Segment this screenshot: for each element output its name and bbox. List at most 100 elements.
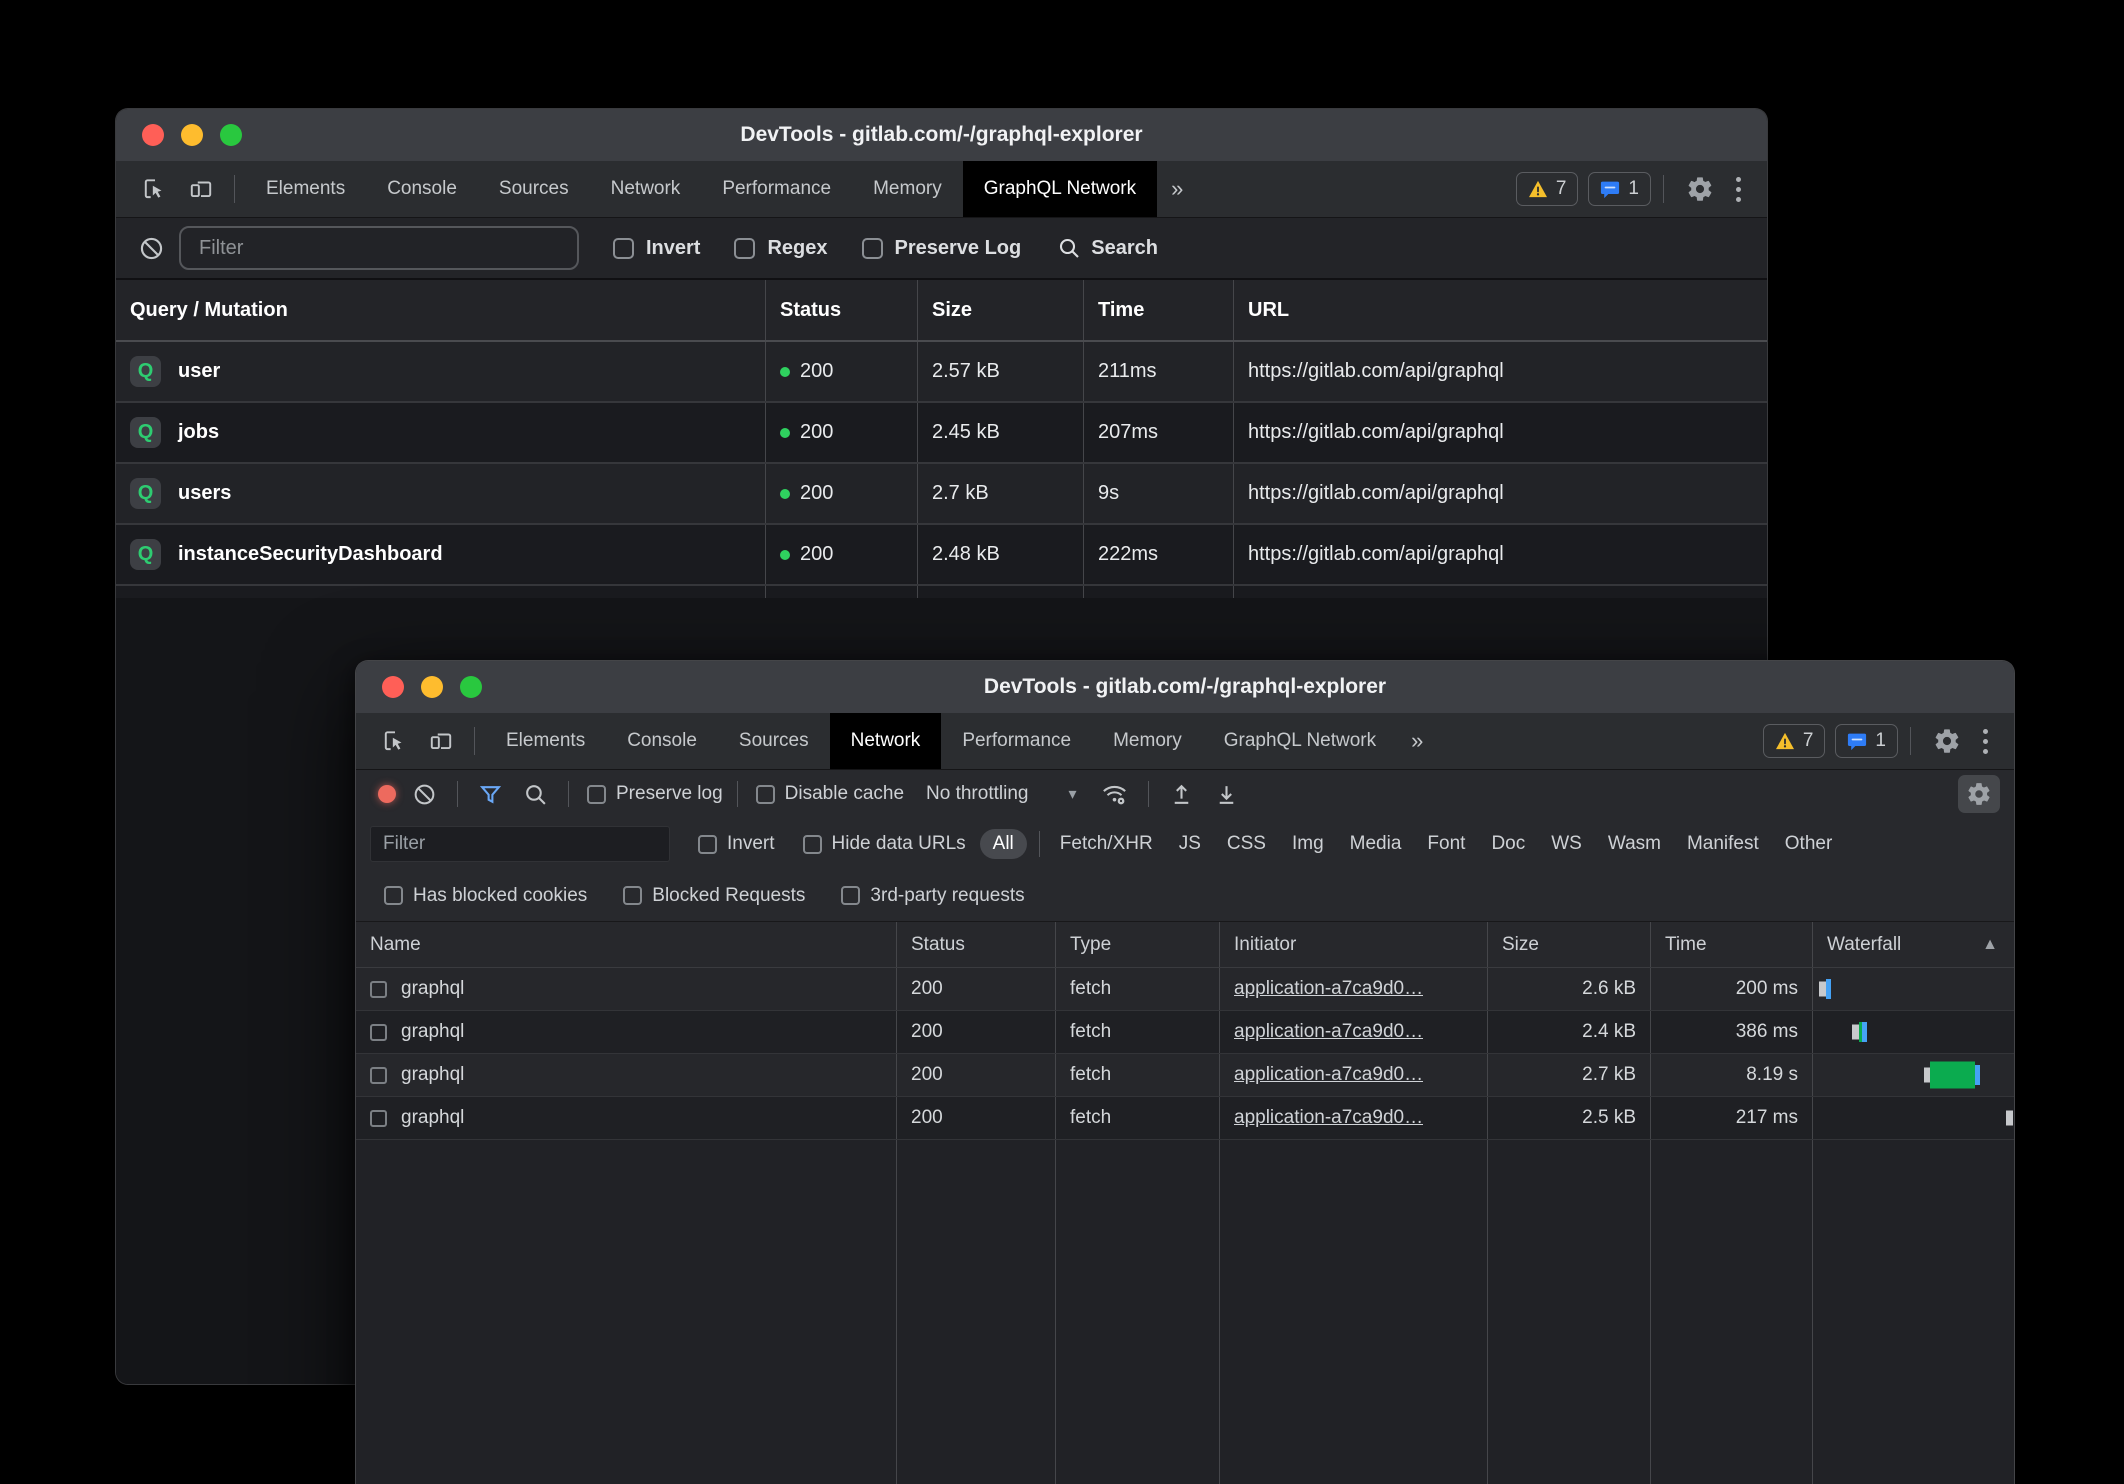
waterfall-cell[interactable] xyxy=(1812,1011,2014,1053)
tab-graphql-network[interactable]: GraphQL Network xyxy=(1203,713,1397,769)
network-settings-button[interactable] xyxy=(1958,775,2000,813)
checkbox[interactable] xyxy=(841,886,860,905)
checkbox[interactable] xyxy=(862,238,883,259)
type-filter-doc[interactable]: Doc xyxy=(1491,833,1525,855)
type-filter-all[interactable]: All xyxy=(980,829,1027,859)
tab-network[interactable]: Network xyxy=(830,713,942,769)
blocked-requests-toggle[interactable]: Blocked Requests xyxy=(623,885,805,907)
type-filter-css[interactable]: CSS xyxy=(1227,833,1266,855)
inspect-icon[interactable] xyxy=(372,713,418,769)
warnings-badge[interactable]: 7 xyxy=(1516,172,1579,206)
preserve-log-toggle[interactable]: Preserve Log xyxy=(862,237,1022,260)
tab-graphql-network[interactable]: GraphQL Network xyxy=(963,161,1157,217)
column-header-time[interactable]: Time xyxy=(1650,922,1812,967)
funnel-filter-icon[interactable] xyxy=(468,782,513,807)
query-row-users[interactable]: Qusers2002.7 kB9shttps://gitlab.com/api/… xyxy=(116,464,1767,525)
clear-icon[interactable] xyxy=(402,782,447,807)
initiator-link[interactable]: application-a7ca9d0… xyxy=(1234,1021,1423,1043)
more-tabs-chevron[interactable]: » xyxy=(1157,161,1197,217)
checkbox[interactable] xyxy=(623,886,642,905)
device-toolbar-icon[interactable] xyxy=(178,161,224,217)
row-checkbox[interactable] xyxy=(370,1024,387,1041)
kebab-menu-icon[interactable] xyxy=(1971,729,2000,754)
titlebar[interactable]: DevTools - gitlab.com/-/graphql-explorer xyxy=(116,109,1767,161)
tab-elements[interactable]: Elements xyxy=(245,161,366,217)
column-header-waterfall[interactable]: Waterfall▲ xyxy=(1812,922,2014,967)
column-header-status[interactable]: Status xyxy=(765,280,917,340)
issues-badge[interactable]: 1 xyxy=(1588,172,1651,206)
query-row-jobs[interactable]: Qjobs2002.45 kB207mshttps://gitlab.com/a… xyxy=(116,403,1767,464)
type-filter-ws[interactable]: WS xyxy=(1551,833,1582,855)
query-row-instancesecuritydashboard[interactable]: QinstanceSecurityDashboard2002.48 kB222m… xyxy=(116,525,1767,586)
request-row[interactable]: graphql200fetchapplication-a7ca9d0…2.6 k… xyxy=(356,968,2014,1011)
column-header-url[interactable]: URL xyxy=(1233,280,1767,340)
3rd-party-requests-toggle[interactable]: 3rd-party requests xyxy=(841,885,1024,907)
checkbox[interactable] xyxy=(734,238,755,259)
initiator-link[interactable]: application-a7ca9d0… xyxy=(1234,1064,1423,1086)
column-header-initiator[interactable]: Initiator xyxy=(1219,922,1487,967)
invert-toggle[interactable]: Invert xyxy=(698,833,775,855)
tab-console[interactable]: Console xyxy=(606,713,718,769)
initiator-link[interactable]: application-a7ca9d0… xyxy=(1234,978,1423,1000)
type-filter-js[interactable]: JS xyxy=(1179,833,1201,855)
type-filter-fetch-xhr[interactable]: Fetch/XHR xyxy=(1060,833,1153,855)
kebab-menu-icon[interactable] xyxy=(1724,177,1753,202)
tab-performance[interactable]: Performance xyxy=(941,713,1092,769)
type-filter-other[interactable]: Other xyxy=(1785,833,1833,855)
query-row-user[interactable]: Quser2002.57 kB211mshttps://gitlab.com/a… xyxy=(116,342,1767,403)
record-icon[interactable] xyxy=(378,785,396,803)
filter-input[interactable] xyxy=(179,226,579,270)
gear-icon[interactable] xyxy=(1676,175,1724,203)
column-header-query-mutation[interactable]: Query / Mutation xyxy=(116,280,765,340)
checkbox[interactable] xyxy=(384,886,403,905)
type-filter-font[interactable]: Font xyxy=(1427,833,1465,855)
checkbox[interactable] xyxy=(587,785,606,804)
has-blocked-cookies-toggle[interactable]: Has blocked cookies xyxy=(384,885,587,907)
row-checkbox[interactable] xyxy=(370,1067,387,1084)
disable-cache-toggle[interactable]: Disable cache xyxy=(756,783,904,805)
inspect-icon[interactable] xyxy=(132,161,178,217)
type-filter-manifest[interactable]: Manifest xyxy=(1687,833,1759,855)
checkbox[interactable] xyxy=(698,835,717,854)
throttling-select[interactable]: No throttling ▾ xyxy=(926,783,1076,805)
tab-memory[interactable]: Memory xyxy=(852,161,963,217)
tab-elements[interactable]: Elements xyxy=(485,713,606,769)
column-header-status[interactable]: Status xyxy=(896,922,1055,967)
tab-performance[interactable]: Performance xyxy=(701,161,852,217)
type-filter-media[interactable]: Media xyxy=(1350,833,1402,855)
request-row[interactable]: graphql200fetchapplication-a7ca9d0…2.4 k… xyxy=(356,1011,2014,1054)
type-filter-wasm[interactable]: Wasm xyxy=(1608,833,1661,855)
waterfall-cell[interactable] xyxy=(1812,968,2014,1010)
row-checkbox[interactable] xyxy=(370,1110,387,1127)
column-header-time[interactable]: Time xyxy=(1083,280,1233,340)
filter-input[interactable] xyxy=(370,826,670,862)
search-icon[interactable] xyxy=(513,782,558,807)
waterfall-cell[interactable] xyxy=(1812,1054,2014,1096)
titlebar[interactable]: DevTools - gitlab.com/-/graphql-explorer xyxy=(356,661,2014,713)
tab-network[interactable]: Network xyxy=(590,161,702,217)
checkbox[interactable] xyxy=(803,835,822,854)
tab-sources[interactable]: Sources xyxy=(478,161,590,217)
hide-data-urls-toggle[interactable]: Hide data URLs xyxy=(803,833,966,855)
issues-badge[interactable]: 1 xyxy=(1835,724,1898,758)
tab-sources[interactable]: Sources xyxy=(718,713,830,769)
tab-memory[interactable]: Memory xyxy=(1092,713,1203,769)
device-toolbar-icon[interactable] xyxy=(418,713,464,769)
warnings-badge[interactable]: 7 xyxy=(1763,724,1826,758)
import-har-icon[interactable] xyxy=(1159,782,1204,807)
waterfall-cell[interactable] xyxy=(1812,1097,2014,1139)
initiator-link[interactable]: application-a7ca9d0… xyxy=(1234,1107,1423,1129)
invert-toggle[interactable]: Invert xyxy=(613,237,700,260)
network-conditions-icon[interactable] xyxy=(1091,781,1138,808)
row-checkbox[interactable] xyxy=(370,981,387,998)
preserve-log-toggle[interactable]: Preserve log xyxy=(587,783,723,805)
export-har-icon[interactable] xyxy=(1204,782,1249,807)
regex-toggle[interactable]: Regex xyxy=(734,237,827,260)
column-header-size[interactable]: Size xyxy=(1487,922,1650,967)
column-header-name[interactable]: Name xyxy=(356,922,896,967)
column-header-size[interactable]: Size xyxy=(917,280,1083,340)
request-row[interactable]: graphql200fetchapplication-a7ca9d0…2.5 k… xyxy=(356,1097,2014,1140)
block-icon[interactable] xyxy=(138,235,165,262)
column-header-type[interactable]: Type xyxy=(1055,922,1219,967)
search-button[interactable]: Search xyxy=(1057,236,1158,260)
